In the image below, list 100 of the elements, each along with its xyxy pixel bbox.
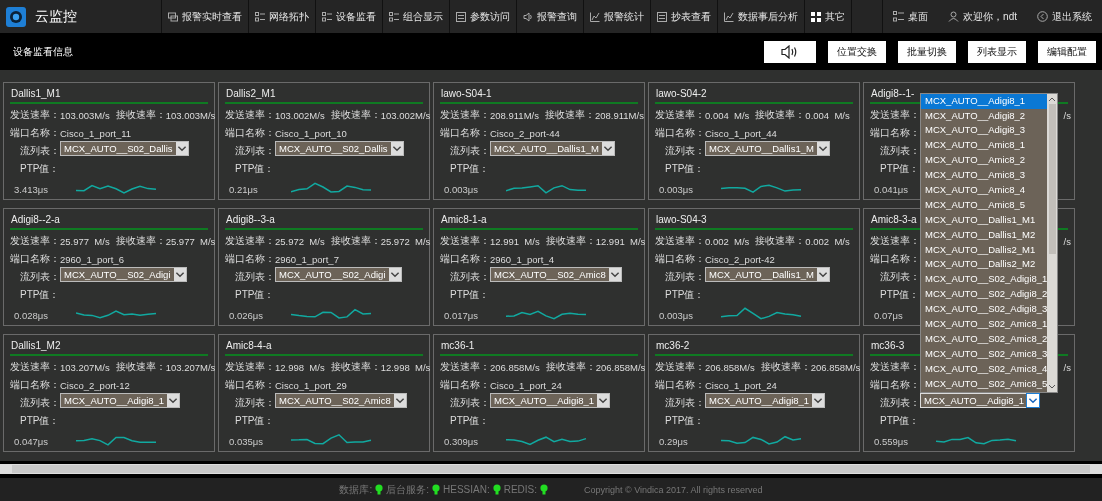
stream-select[interactable]: MCX_AUTO__S02_Dallis [60, 140, 189, 156]
caret-icon [597, 393, 610, 407]
field-label: 发送速率： [440, 234, 490, 248]
field-label: 流列表： [235, 144, 275, 158]
dropdown-option[interactable]: MCX_AUTO__Amic8_2 [921, 153, 1048, 169]
card-title: Dallis1_M1 [10, 86, 208, 104]
toolbar-button[interactable]: 批量切换 [898, 40, 956, 63]
stream-select[interactable]: MCX_AUTO__S02_Amic8 [490, 266, 622, 282]
field-value: 25.972 M/s [275, 235, 325, 247]
dropdown-option[interactable]: MCX_AUTO__Dallis1_M2 [921, 227, 1048, 243]
dropdown-option[interactable]: MCX_AUTO__S02_Amic8_4 [921, 361, 1048, 377]
field-value: 0.004 M/s [705, 109, 750, 121]
user-menu-item[interactable]: 欢迎你，ndt [938, 0, 1027, 33]
field-label: 流列表： [880, 396, 920, 410]
dropdown-option[interactable]: MCX_AUTO__S02_Amic8_1 [921, 317, 1048, 332]
field-label: PTP值： [235, 414, 275, 428]
caret-icon [812, 393, 825, 407]
card-title: lawo-S04-1 [440, 86, 638, 104]
field-label: 接收速率： [545, 360, 596, 374]
stream-select[interactable]: MCX_AUTO__Dallis1_M [705, 266, 830, 282]
dropdown-option[interactable]: MCX_AUTO__Dallis1_M1 [921, 212, 1048, 228]
ptp-value: 0.29μs [659, 435, 689, 447]
toolbar-button[interactable]: 编辑配置 [1038, 40, 1096, 63]
chart-icon [724, 11, 734, 22]
field-label: 发送速率： [10, 360, 60, 374]
dropdown-option[interactable]: MCX_AUTO__S02_Adigi8_1 [921, 272, 1048, 288]
doc-icon [657, 11, 667, 22]
stream-select[interactable]: MCX_AUTO__S02_Amic8 [275, 392, 407, 408]
stream-select[interactable]: MCX_AUTO__Dallis1_M [490, 140, 615, 156]
caret-icon [816, 267, 829, 281]
chat-icon [168, 11, 178, 22]
card-title: mc36-1 [440, 338, 638, 356]
user-menu-item[interactable]: 退出系统 [1027, 0, 1102, 33]
stream-select[interactable]: MCX_AUTO__Adigi8_1 [705, 392, 826, 408]
field-value: 2960_1_port_4 [490, 253, 554, 265]
field-label: 端口名称： [870, 126, 920, 140]
stream-select[interactable]: MCX_AUTO__Adigi8_1 [60, 392, 181, 408]
app-title: 云监控 [35, 7, 77, 26]
field-label: 发送速率： [655, 108, 705, 122]
stream-select[interactable]: MCX_AUTO__Adigi8_1 [490, 392, 611, 408]
dropdown-option[interactable]: MCX_AUTO__Dallis2_M1 [921, 242, 1048, 258]
field-value: 12.998 M/s [275, 361, 325, 373]
caret-icon [601, 141, 614, 155]
field-label: 流列表： [665, 270, 705, 284]
dropdown-option[interactable]: MCX_AUTO__S02_Adigi8_3 [921, 302, 1048, 318]
scroll-up-icon [1048, 95, 1057, 102]
scrollbar[interactable] [0, 464, 1102, 474]
user-icon [948, 11, 960, 22]
field-value: 206.858M/s [705, 361, 755, 373]
grid-icon [893, 11, 905, 22]
field-label: 发送速率： [870, 108, 920, 122]
field-label: 端口名称： [655, 378, 705, 390]
dropdown-option[interactable]: MCX_AUTO__Adigi8_2 [921, 108, 1048, 124]
scrollbar[interactable] [1047, 93, 1057, 392]
user-menu-item[interactable]: 桌面 [883, 0, 939, 33]
field-label: 发送速率： [225, 108, 275, 122]
ptp-value: 0.003μs [659, 183, 694, 195]
copyright-text: Copyright © Vindica 2017. All rights reserved [584, 484, 763, 495]
field-value: 2960_1_port_6 [60, 253, 124, 265]
field-label: 接收速率： [115, 108, 166, 122]
field-value: 12.991 M/s [595, 235, 646, 247]
card-title: Dallis2_M1 [225, 86, 423, 104]
field-value: Cisco_1_port_24 [705, 379, 777, 391]
dropdown-option[interactable]: MCX_AUTO__Amic8_5 [921, 197, 1048, 213]
dropdown-option[interactable]: MCX_AUTO__Amic8_1 [921, 138, 1048, 154]
toolbar-button[interactable]: 列表显示 [968, 40, 1026, 63]
stream-select[interactable]: MCX_AUTO__S02_Adigi [275, 266, 402, 282]
status-label: 后台服务: [386, 482, 429, 497]
stream-select[interactable]: MCX_AUTO__Dallis1_M [705, 140, 830, 156]
field-label: PTP值： [20, 414, 60, 428]
field-value: /s [1063, 109, 1071, 121]
dropdown-option[interactable]: MCX_AUTO__Adigi8_3 [921, 123, 1048, 139]
stream-select[interactable]: MCX_AUTO__S02_Dallis [275, 140, 404, 156]
field-value: 103.002M/s [275, 109, 325, 121]
sound-button[interactable] [764, 40, 816, 63]
camera-logo-icon [6, 6, 26, 27]
dropdown-option[interactable]: MCX_AUTO__Amic8_4 [921, 183, 1048, 198]
dropdown-option[interactable]: MCX_AUTO__Amic8_3 [921, 168, 1048, 184]
dropdown-option[interactable]: MCX_AUTO__S02_Amic8_5 [921, 376, 1048, 392]
field-value: 103.003M/s [60, 109, 110, 121]
ptp-value: 3.413μs [14, 183, 49, 195]
dropdown-option[interactable]: MCX_AUTO__Dallis2_M2 [921, 257, 1048, 273]
field-label: 流列表： [665, 396, 705, 410]
field-value: Cisco_2_port-12 [60, 379, 130, 391]
field-label: 接收速率： [330, 108, 381, 122]
field-label: 发送速率： [225, 234, 275, 248]
field-value: 2960_1_port_7 [275, 253, 339, 265]
field-label: 端口名称： [225, 378, 275, 390]
grid-icon [255, 11, 265, 22]
field-value: 103.207M/s [165, 361, 216, 373]
field-label: 接收速率： [545, 234, 596, 248]
field-value: 103.002M/s [380, 109, 431, 121]
stream-select[interactable]: MCX_AUTO__S02_Adigi [60, 266, 187, 282]
card-title: Dallis1_M2 [10, 338, 208, 356]
dropdown-option[interactable]: MCX_AUTO__S02_Adigi8_2 [921, 287, 1048, 303]
field-label: 端口名称： [440, 126, 490, 138]
caret-icon [1027, 393, 1040, 407]
field-label: 流列表： [450, 270, 490, 284]
toolbar-button[interactable]: 位置交换 [828, 40, 886, 63]
dropdown-option[interactable]: MCX_AUTO__Adigi8_1 [921, 93, 1048, 109]
